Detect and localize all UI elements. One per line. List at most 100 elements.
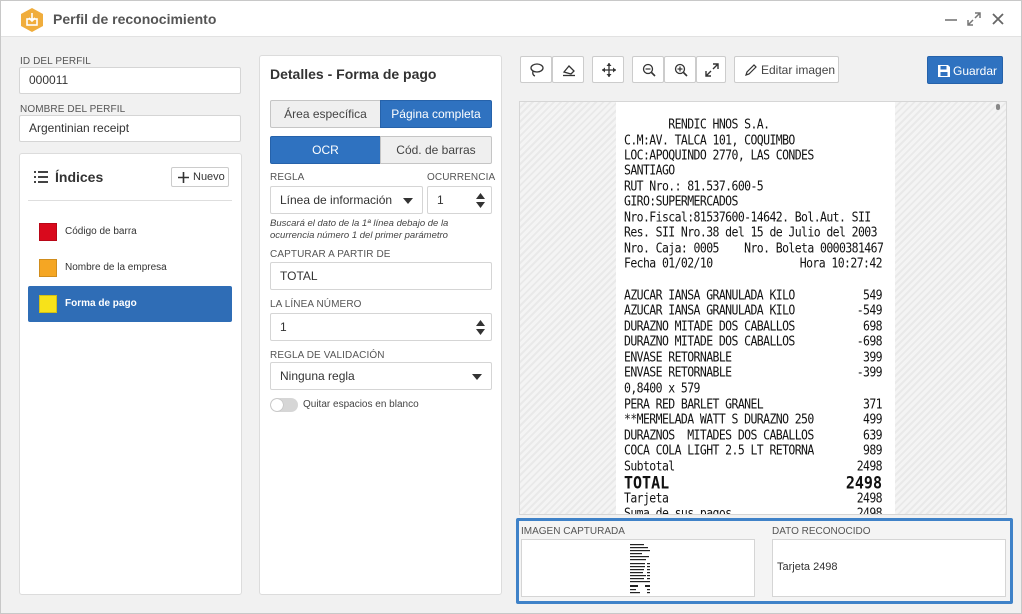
expand-icon — [705, 63, 719, 77]
receipt-line-text: DURAZNOS MITADES DOS CABALLOS — [624, 427, 814, 443]
lasso-tool-button[interactable] — [520, 56, 552, 83]
recognized-data-box: Tarjeta 2498 — [772, 539, 1006, 597]
rule-hint: Buscará el dato de la 1ª línea debajo de… — [270, 218, 449, 241]
receipt-line: C.M:AV. TALCA 101, COQUIMBO — [624, 132, 886, 148]
receipt-line: Tarjeta 2498 — [624, 490, 886, 506]
zoom-in-button[interactable] — [664, 56, 696, 83]
pencil-icon — [745, 64, 757, 76]
maximize-button[interactable] — [965, 10, 983, 28]
tab-full-page[interactable]: Página completa — [380, 100, 492, 128]
receipt-line-text: RUT Nro.: 81.537.600-5 — [624, 178, 764, 194]
receipt-line-amount: 698 — [863, 318, 883, 334]
receipt-line: DURAZNO MITADE DOS CABALLOS 698 — [624, 318, 886, 334]
receipt-line-amount: 639 — [863, 427, 883, 443]
save-label: Guardar — [953, 64, 998, 78]
captured-thumbnail-image — [628, 542, 652, 596]
indices-title: Índices — [55, 169, 104, 185]
validation-rule-select[interactable]: Ninguna regla — [270, 362, 492, 390]
receipt-line: COCA COLA LIGHT 2.5 LT RETORNA 989 — [624, 442, 886, 458]
rule-select-value: Línea de información — [280, 193, 393, 207]
tab-specific-area[interactable]: Área específica — [270, 100, 381, 128]
receipt-line: ENVASE RETORNABLE -399 — [624, 364, 886, 380]
index-item-payment-method[interactable]: Forma de pago — [28, 286, 232, 322]
rule-select[interactable]: Línea de información — [270, 186, 423, 214]
receipt-line-amount: 499 — [863, 411, 883, 427]
captured-image-label: IMAGEN CAPTURADA — [521, 526, 625, 537]
receipt-line: Nro. Caja: 0005 Nro. Boleta 0000381467 — [624, 240, 886, 256]
line-number-value: 1 — [280, 320, 287, 334]
app-logo-icon — [21, 8, 43, 32]
receipt-line: Fecha 01/02/10 Hora 10:27:42 — [624, 255, 886, 271]
minimize-button[interactable] — [942, 10, 960, 28]
receipt-line: Res. SII Nro.38 del 15 de Julio del 2003 — [624, 224, 886, 240]
capture-result-panel: IMAGEN CAPTURADA DATO RECONOCIDO Tarjeta… — [516, 518, 1013, 604]
receipt-line-text: Nro. Caja: 0005 Nro. Boleta 0000381467 — [624, 240, 884, 256]
receipt-line: SANTIAGO — [624, 162, 886, 178]
receipt-line-text: DURAZNO MITADE DOS CABALLOS — [624, 318, 795, 334]
receipt-line-amount: 2498 — [856, 505, 883, 515]
new-index-button[interactable]: Nuevo — [171, 167, 229, 187]
receipt-line: AZUCAR IANSA GRANULADA KILO 549 — [624, 287, 886, 303]
move-icon — [602, 63, 616, 77]
tab-ocr[interactable]: OCR — [270, 136, 381, 164]
receipt-line: Suma de sus pagos 2498 — [624, 505, 886, 515]
zoom-in-icon — [674, 63, 688, 77]
edit-image-button[interactable]: Editar imagen — [734, 56, 839, 83]
save-button[interactable]: Guardar — [927, 56, 1003, 84]
receipt-line: **MERMELADA WATT S DURAZNO 250 499 — [624, 411, 886, 427]
move-tool-button[interactable] — [592, 56, 624, 83]
tab-barcode[interactable]: Cód. de barras — [380, 136, 492, 164]
capture-from-input[interactable]: TOTAL — [270, 262, 492, 290]
receipt-line-amount: 371 — [863, 396, 883, 412]
occurrence-stepper[interactable]: 1 — [427, 186, 492, 214]
index-item-company-name[interactable]: Nombre de la empresa — [28, 251, 232, 285]
receipt-line-text: AZUCAR IANSA GRANULADA KILO — [624, 302, 795, 318]
receipt-line-text: Fecha 01/02/10 — [624, 255, 713, 271]
scrollbar-thumb[interactable] — [996, 104, 1000, 110]
receipt-line-text: GIRO:SUPERMERCADOS — [624, 193, 738, 209]
receipt-line-text: Res. SII Nro.38 del 15 de Julio del 2003 — [624, 224, 878, 240]
stepper-arrows-icon[interactable] — [476, 193, 485, 208]
receipt-line-text: ENVASE RETORNABLE — [624, 364, 732, 380]
receipt-line: RENDIC HNOS S.A. — [624, 116, 886, 132]
validation-rule-value: Ninguna regla — [280, 369, 355, 383]
eraser-tool-button[interactable] — [552, 56, 584, 83]
receipt-line-text: C.M:AV. TALCA 101, COQUIMBO — [624, 132, 795, 148]
receipt-line-text: **MERMELADA WATT S DURAZNO 250 — [624, 411, 814, 427]
title-bar: Perfil de reconocimiento — [1, 1, 1021, 37]
receipt-line: Nro.Fiscal:81537600-14642. Bol.Aut. SII — [624, 209, 886, 225]
occurrence-value: 1 — [437, 193, 444, 207]
profile-id-input[interactable]: 000011 — [19, 67, 241, 94]
receipt-line-amount: 2498 — [856, 458, 883, 474]
recognized-data-value: Tarjeta 2498 — [777, 561, 838, 573]
recognized-data-label: DATO RECONOCIDO — [772, 526, 871, 537]
close-button[interactable] — [989, 10, 1007, 28]
receipt-line-text: PERA RED BARLET GRANEL — [624, 396, 764, 412]
profile-name-input[interactable]: Argentinian receipt — [19, 115, 241, 142]
recognition-profile-window: Perfil de reconocimiento ID DEL PERFIL 0… — [0, 0, 1022, 614]
receipt-line-amount: -698 — [856, 333, 883, 349]
zoom-out-button[interactable] — [632, 56, 664, 83]
stepper-arrows-icon[interactable] — [476, 320, 485, 335]
receipt-line: AZUCAR IANSA GRANULADA KILO -549 — [624, 302, 886, 318]
details-title: Detalles - Forma de pago — [270, 66, 437, 82]
edit-image-label: Editar imagen — [761, 63, 836, 77]
remove-spaces-toggle[interactable] — [270, 398, 298, 412]
receipt-line-text: AZUCAR IANSA GRANULADA KILO — [624, 287, 795, 303]
receipt-line: 0,8400 x 579 — [624, 380, 886, 396]
line-number-stepper[interactable]: 1 — [270, 313, 492, 341]
image-viewer[interactable]: RENDIC HNOS S.A. C.M:AV. TALCA 101, COQUI… — [519, 101, 1007, 515]
new-index-label: Nuevo — [193, 171, 225, 183]
capture-from-label: CAPTURAR A PARTIR DE — [270, 249, 391, 260]
receipt-line-text: COCA COLA LIGHT 2.5 LT RETORNA — [624, 442, 814, 458]
receipt-line-amount: -549 — [856, 302, 883, 318]
receipt-line-text: Nro.Fiscal:81537600-14642. Bol.Aut. SII — [624, 209, 871, 225]
index-item-barcode[interactable]: Código de barra — [28, 215, 232, 249]
window-title: Perfil de reconocimiento — [53, 11, 217, 27]
receipt-image: RENDIC HNOS S.A. C.M:AV. TALCA 101, COQUI… — [616, 102, 895, 515]
receipt-line-amount: 549 — [863, 287, 883, 303]
receipt-line-text: Suma de sus pagos — [624, 505, 732, 515]
remove-spaces-label: Quitar espacios en blanco — [303, 399, 419, 410]
fit-to-screen-button[interactable] — [696, 56, 726, 83]
color-swatch — [39, 295, 57, 313]
